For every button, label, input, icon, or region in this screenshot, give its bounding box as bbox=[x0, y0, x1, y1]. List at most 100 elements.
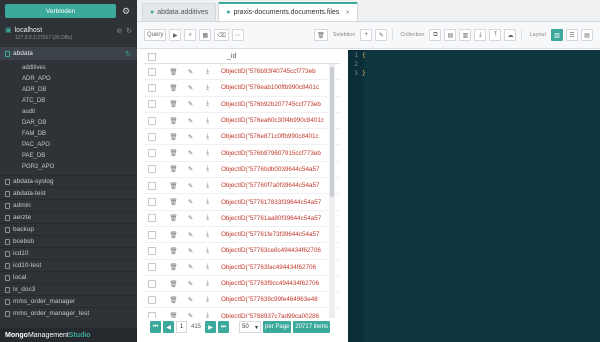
row-checkbox[interactable] bbox=[148, 149, 156, 158]
scrollbar-thumb[interactable] bbox=[330, 67, 334, 197]
settings-gear-icon[interactable]: ⚙ bbox=[120, 5, 132, 17]
collection-item[interactable]: ATC_DB bbox=[0, 95, 137, 106]
upload-icon[interactable]: ⤒ bbox=[489, 29, 502, 41]
download-row-icon[interactable]: ⤓ bbox=[201, 247, 214, 255]
table-row[interactable]: 🗑 ✎ ⤓ ObjectID("576ea60c30f4b990c8401c bbox=[144, 113, 340, 130]
database-item[interactable]: aerzte bbox=[0, 211, 137, 223]
object-id-cell[interactable]: ObjectID("57760db0039644c54a57 bbox=[221, 166, 320, 173]
edit-row-icon[interactable]: ✎ bbox=[184, 214, 197, 222]
object-id-cell[interactable]: ObjectID("576b93f40745ccf773eb bbox=[221, 68, 316, 75]
table-row[interactable]: 🗑 ✎ ⤓ ObjectID("577639c99fe464963e48 bbox=[144, 292, 340, 309]
download-icon[interactable]: ⤓ bbox=[474, 29, 487, 41]
row-checkbox[interactable] bbox=[148, 214, 156, 223]
connect-button[interactable]: Verbinden bbox=[5, 4, 116, 18]
download-row-icon[interactable]: ⤓ bbox=[201, 117, 214, 125]
collection-item[interactable]: FAM_DB bbox=[0, 128, 137, 139]
row-checkbox[interactable] bbox=[148, 263, 156, 272]
per-page-select[interactable]: 50 ▾ bbox=[239, 321, 262, 333]
object-id-cell[interactable]: ObjectID("577617833f39644c54a57 bbox=[221, 199, 321, 206]
row-checkbox[interactable] bbox=[148, 100, 156, 109]
tab-abdata-additives[interactable]: ● abdata.additives bbox=[142, 3, 217, 21]
object-id-cell[interactable]: ObjectID("576ea60c30f4b990c8401c bbox=[221, 117, 324, 124]
row-checkbox[interactable] bbox=[148, 198, 156, 207]
row-checkbox[interactable] bbox=[148, 181, 156, 190]
object-id-cell[interactable]: ObjectID("57761fe73f39644c54a57 bbox=[221, 231, 320, 238]
refresh-server-icon[interactable]: ↻ bbox=[126, 27, 132, 35]
delete-row-icon[interactable]: 🗑 bbox=[167, 165, 180, 173]
object-id-cell[interactable]: ObjectID("57760f7a0f39644c54a57 bbox=[221, 182, 320, 189]
layout-list-icon[interactable]: ☰ bbox=[566, 29, 578, 41]
prev-page-icon[interactable]: ◀ bbox=[163, 321, 174, 333]
first-page-icon[interactable]: ⏮ bbox=[150, 321, 161, 333]
table-row[interactable]: 🗑 ✎ ⤓ ObjectID("5788937c7ad99ca00286 bbox=[144, 308, 340, 318]
row-checkbox[interactable] bbox=[148, 279, 156, 288]
close-tab-icon[interactable]: ✕ bbox=[345, 9, 350, 16]
database-item[interactable]: admin bbox=[0, 199, 137, 211]
current-page-input[interactable]: 1 bbox=[176, 321, 187, 333]
delete-row-icon[interactable]: 🗑 bbox=[167, 100, 180, 108]
layout-detail-icon[interactable]: ▤ bbox=[581, 29, 593, 41]
edit-row-icon[interactable]: ✎ bbox=[184, 231, 197, 239]
more-options-icon[interactable]: ⋯ bbox=[231, 29, 244, 41]
delete-row-icon[interactable]: 🗑 bbox=[167, 231, 180, 239]
table-row[interactable]: 🗑 ✎ ⤓ ObjectID("57760f7a0f39644c54a57 bbox=[144, 178, 340, 195]
search-icon[interactable]: ⌕ bbox=[184, 29, 197, 41]
server-node[interactable]: ▣ localhost 127.0.0.1:27017 (26 DBs) ⊘ ↻ bbox=[0, 22, 137, 44]
delete-row-icon[interactable]: 🗑 bbox=[167, 182, 180, 190]
delete-row-icon[interactable]: 🗑 bbox=[167, 296, 180, 304]
edit-row-icon[interactable]: ✎ bbox=[184, 280, 197, 288]
edit-row-icon[interactable]: ✎ bbox=[184, 117, 197, 125]
copy-icon[interactable]: ⧉ bbox=[429, 29, 442, 41]
collection-item[interactable]: PGR2_APO bbox=[0, 161, 137, 172]
delete-row-icon[interactable]: 🗑 bbox=[167, 133, 180, 141]
database-item[interactable]: local bbox=[0, 271, 137, 283]
delete-row-icon[interactable]: 🗑 bbox=[167, 247, 180, 255]
collection-item[interactable]: DAR_DB bbox=[0, 117, 137, 128]
object-id-cell[interactable]: ObjectID("5788937c7ad99ca00286 bbox=[221, 313, 319, 318]
grid-view-icon[interactable]: ▦ bbox=[199, 29, 212, 41]
download-row-icon[interactable]: ⤓ bbox=[201, 84, 214, 92]
download-row-icon[interactable]: ⤓ bbox=[201, 68, 214, 76]
grid-scrollbar[interactable] bbox=[329, 64, 335, 318]
run-query-icon[interactable]: ▶ bbox=[169, 29, 182, 41]
clear-filter-icon[interactable]: ⌫ bbox=[214, 29, 229, 41]
collection-item[interactable]: additives bbox=[0, 62, 137, 73]
download-row-icon[interactable]: ⤓ bbox=[201, 198, 214, 206]
database-item[interactable]: abdata-syslog bbox=[0, 175, 137, 187]
edit-row-icon[interactable]: ✎ bbox=[184, 247, 197, 255]
refresh-database-icon[interactable]: ↻ bbox=[125, 50, 131, 58]
object-id-cell[interactable]: ObjectID("576eab100ffb990c8401c bbox=[221, 84, 319, 91]
database-item[interactable]: backup bbox=[0, 223, 137, 235]
object-id-cell[interactable]: ObjectID("57763fac494434f62706 bbox=[221, 264, 316, 271]
edit-row-icon[interactable]: ✎ bbox=[184, 100, 197, 108]
table-row[interactable]: 🗑 ✎ ⤓ ObjectID("57763f9cc494434f62706 bbox=[144, 276, 340, 293]
delete-row-icon[interactable]: 🗑 bbox=[167, 280, 180, 288]
table-row[interactable]: 🗑 ✎ ⤓ ObjectID("57760db0039644c54a57 bbox=[144, 162, 340, 179]
table-row[interactable]: 🗑 ✎ ⤓ ObjectID("57761fe73f39644c54a57 bbox=[144, 227, 340, 244]
download-row-icon[interactable]: ⤓ bbox=[201, 133, 214, 141]
delete-row-icon[interactable]: 🗑 bbox=[167, 149, 180, 157]
delete-row-icon[interactable]: 🗑 bbox=[167, 312, 180, 318]
next-page-icon[interactable]: ▶ bbox=[205, 321, 217, 333]
database-item[interactable]: abdata-test bbox=[0, 187, 137, 199]
object-id-cell[interactable]: ObjectID("576e871c0ffb990c8401c bbox=[221, 133, 319, 140]
object-id-cell[interactable]: ObjectID("57763ce8c494434f62706 bbox=[221, 247, 321, 254]
layout-split-icon[interactable]: ▥ bbox=[551, 29, 563, 41]
database-item[interactable]: lx_doc3 bbox=[0, 283, 137, 295]
object-id-cell[interactable]: ObjectID("57761aa80f39644c54a57 bbox=[221, 215, 321, 222]
tab-praxis-documents-files[interactable]: ● praxis-documents.documents.files ✕ bbox=[218, 2, 359, 21]
table-row[interactable]: 🗑 ✎ ⤓ ObjectID("57761aa80f39644c54a57 bbox=[144, 211, 340, 227]
table-row[interactable]: 🗑 ✎ ⤓ ObjectID("576e871c0ffb990c8401c bbox=[144, 129, 340, 146]
table-row[interactable]: 🗑 ✎ ⤓ ObjectID("576b92b207745ccf773eb bbox=[144, 97, 340, 113]
download-row-icon[interactable]: ⤓ bbox=[201, 149, 214, 157]
download-row-icon[interactable]: ⤓ bbox=[201, 263, 214, 271]
edit-row-icon[interactable]: ✎ bbox=[184, 68, 197, 76]
object-id-cell[interactable]: ObjectID("576b92b207745ccf773eb bbox=[221, 101, 321, 108]
table-row[interactable]: 🗑 ✎ ⤓ ObjectID("57763ce8c494434f62706 bbox=[144, 243, 340, 260]
delete-row-icon[interactable]: 🗑 bbox=[167, 84, 180, 92]
row-checkbox[interactable] bbox=[148, 67, 156, 76]
last-page-icon[interactable]: ⏭ bbox=[218, 321, 230, 333]
table-row[interactable]: 🗑 ✎ ⤓ ObjectID("576b979607915ccf773eb bbox=[144, 145, 340, 162]
download-row-icon[interactable]: ⤓ bbox=[201, 182, 214, 190]
disconnect-icon[interactable]: ⊘ bbox=[116, 27, 122, 35]
